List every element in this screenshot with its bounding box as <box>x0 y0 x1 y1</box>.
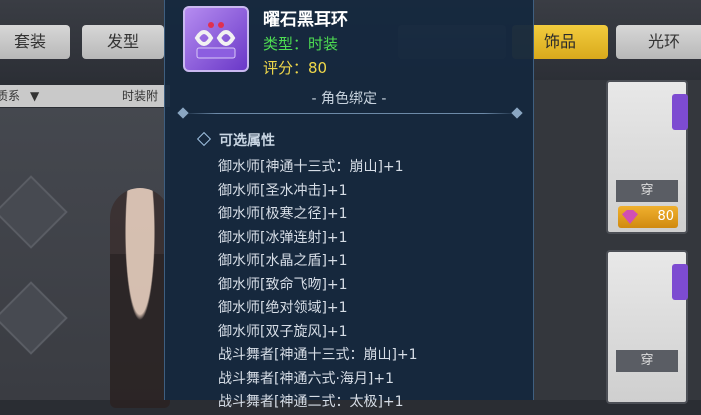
chevron-down-icon[interactable]: ▼ <box>30 85 39 107</box>
tab-suit[interactable]: 套装 <box>0 25 70 59</box>
section-title: 可选属性 <box>196 130 275 150</box>
attribute-line: 御水师[绝对领域]+1 <box>218 300 348 316</box>
item-score: 评分：80 <box>263 59 328 77</box>
attribute-line: 御水师[冰弹连射]+1 <box>218 229 348 246</box>
item-name: 曜石黑耳环 <box>263 10 348 30</box>
wear-button[interactable]: 穿 <box>616 350 678 372</box>
attribute-line: 御水师[致命飞吻]+1 <box>218 276 348 293</box>
attribute-line: 御水师[极寒之径]+1 <box>218 206 348 222</box>
filter-left-label: 质系 <box>0 89 21 103</box>
item-type: 类型：时装 <box>263 35 339 53</box>
diamond-slot[interactable] <box>0 281 68 355</box>
filter-bar[interactable]: 质系 ▼ 时装附 <box>0 85 170 107</box>
attribute-line: 战斗舞者[神通二式：太极]+1 <box>218 394 404 410</box>
divider <box>183 113 517 114</box>
earring-icon <box>183 6 249 72</box>
diamond-bullet-icon <box>196 131 212 147</box>
filter-right-label: 时装附 <box>122 89 159 103</box>
item-grid: 穿 80 穿 <box>534 80 701 404</box>
item-card[interactable]: 穿 <box>606 250 688 404</box>
character-preview <box>0 108 170 408</box>
attribute-line: 御水师[水晶之盾]+1 <box>218 253 348 269</box>
diamond-slot[interactable] <box>0 175 68 249</box>
attribute-list: 御水师[神通十三式：崩山]+1 御水师[圣水冲击]+1 御水师[极寒之径]+1 … <box>218 156 418 415</box>
rarity-tag <box>672 94 688 130</box>
wear-button[interactable]: 穿 <box>616 180 678 202</box>
tab-hairstyle[interactable]: 发型 <box>82 25 164 59</box>
item-tooltip: 曜石黑耳环 类型：时装 评分：80 - 角色绑定 - 可选属性 御水师[神通十三… <box>164 0 534 410</box>
character-model <box>110 188 170 408</box>
gem-icon <box>622 210 638 224</box>
attribute-line: 战斗舞者[神通十三式：崩山]+1 <box>218 347 418 363</box>
attribute-line: 御水师[神通十三式：崩山]+1 <box>218 159 404 175</box>
price-badge: 80 <box>618 206 678 228</box>
bind-status: - 角色绑定 - <box>311 91 387 107</box>
attribute-line: 御水师[双子旋风]+1 <box>218 323 348 340</box>
divider-dot <box>511 107 523 119</box>
rarity-tag <box>672 264 688 300</box>
attribute-line: 战斗舞者[神通六式·海月]+1 <box>218 370 395 387</box>
attribute-line: 御水师[圣水冲击]+1 <box>218 182 348 199</box>
divider-dot <box>177 107 189 119</box>
price-value: 80 <box>657 209 674 224</box>
item-card[interactable]: 穿 80 <box>606 80 688 234</box>
tab-halo[interactable]: 光环 <box>616 25 701 59</box>
